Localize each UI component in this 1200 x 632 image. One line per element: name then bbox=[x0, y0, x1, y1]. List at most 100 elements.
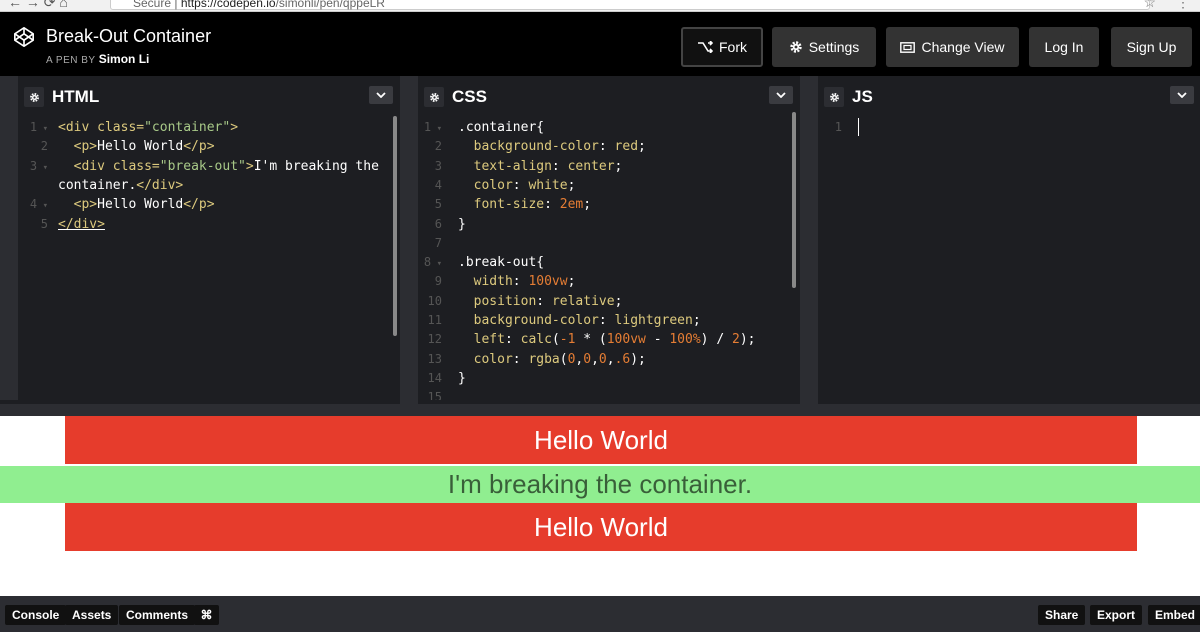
code-line: background-color: lightgreen; bbox=[458, 313, 701, 328]
pen-footer: Console Assets Comments ⌘ Share Export E… bbox=[0, 596, 1200, 632]
codepen-logo-icon[interactable] bbox=[13, 26, 35, 48]
change-view-label: Change View bbox=[921, 39, 1005, 55]
assets-button[interactable]: Assets bbox=[65, 605, 119, 625]
browser-nav-icons[interactable]: ← → ⟳ ⌂ bbox=[8, 0, 68, 11]
layout-icon bbox=[900, 41, 916, 53]
container-hello-1: Hello World bbox=[65, 416, 1137, 464]
change-view-button[interactable]: Change View bbox=[886, 27, 1019, 67]
pen-header: Break-Out Container A PEN BY Simon Li Fo… bbox=[0, 12, 1200, 76]
css-editor-scrollbar[interactable] bbox=[792, 112, 796, 288]
code-line: } bbox=[458, 370, 466, 386]
html-pane-title: HTML bbox=[52, 87, 100, 106]
chevron-down-icon bbox=[376, 92, 386, 98]
url-host: https://codepen.io bbox=[180, 0, 276, 10]
secure-label: Secure bbox=[133, 0, 172, 10]
js-editor-pane: JS 1 bbox=[818, 76, 1200, 400]
line-number: 13 bbox=[427, 351, 442, 366]
signup-button[interactable]: Sign Up bbox=[1111, 27, 1192, 67]
gear-icon bbox=[29, 92, 39, 102]
line-number: 5 bbox=[434, 197, 442, 212]
fork-icon bbox=[698, 41, 713, 53]
login-button[interactable]: Log In bbox=[1029, 27, 1099, 67]
chevron-down-icon bbox=[1177, 92, 1187, 98]
bookmark-star-icon[interactable]: ☆ bbox=[1143, 0, 1156, 11]
login-label: Log In bbox=[1044, 39, 1084, 55]
line-number: 15 bbox=[427, 390, 442, 400]
line-number: 9 bbox=[434, 274, 442, 289]
command-key-icon: ⌘ bbox=[200, 608, 213, 622]
css-code-editor[interactable]: 1 ▾ 2 3 4 5 6 7 8 ▾ 9 10 11 12 13 14 15 … bbox=[420, 118, 790, 400]
gear-icon bbox=[829, 92, 839, 102]
code-line: <p>Hello World</p> bbox=[58, 139, 215, 155]
css-settings-button[interactable] bbox=[424, 87, 444, 107]
export-button[interactable]: Export bbox=[1090, 605, 1143, 625]
line-number: 1 ▾ bbox=[423, 120, 442, 134]
line-number: 5 bbox=[40, 216, 48, 231]
code-line: <div class="break-out">I'm breaking the bbox=[58, 158, 379, 174]
line-number: 4 bbox=[434, 177, 442, 192]
url-path: /simonli/pen/qppeLR bbox=[275, 0, 385, 10]
code-line: color: white; bbox=[458, 177, 576, 193]
fork-button[interactable]: Fork bbox=[681, 27, 763, 67]
signup-label: Sign Up bbox=[1126, 39, 1177, 55]
share-button[interactable]: Share bbox=[1038, 605, 1086, 625]
css-pane-collapse-button[interactable] bbox=[769, 86, 793, 104]
settings-button[interactable]: Settings bbox=[772, 27, 876, 67]
browser-menu-icon[interactable]: ⋮ bbox=[1176, 0, 1190, 11]
code-line: background-color: red; bbox=[458, 139, 646, 155]
js-settings-button[interactable] bbox=[824, 87, 844, 107]
js-pane-collapse-button[interactable] bbox=[1170, 86, 1194, 104]
console-button[interactable]: Console bbox=[5, 605, 67, 625]
line-number: 6 bbox=[434, 216, 442, 231]
code-line: .break-out{ bbox=[458, 255, 545, 271]
author-link[interactable]: Simon Li bbox=[99, 52, 150, 66]
code-line: <p>Hello World</p> bbox=[58, 197, 215, 213]
line-number: 11 bbox=[427, 313, 442, 327]
line-number: 4 ▾ bbox=[29, 197, 48, 212]
byline-prefix: A PEN BY bbox=[46, 55, 96, 66]
line-number: 7 bbox=[434, 235, 442, 250]
pane-resize-handle[interactable] bbox=[800, 76, 818, 404]
address-bar[interactable]: Secure | https://codepen.io/simonli/pen/… bbox=[110, 0, 1150, 10]
code-line: color: rgba(0,0,0,.6); bbox=[458, 351, 646, 367]
chevron-down-icon bbox=[776, 92, 786, 98]
js-pane-header: JS bbox=[824, 86, 873, 108]
result-preview: Hello World I'm breaking the container. … bbox=[0, 416, 1200, 596]
line-number: 3 bbox=[434, 158, 442, 173]
container-hello-2: Hello World bbox=[65, 503, 1137, 551]
line-number: 10 bbox=[427, 293, 442, 308]
html-editor-scrollbar[interactable] bbox=[393, 116, 397, 336]
line-number: 14 bbox=[427, 370, 442, 385]
code-line: width: 100vw; bbox=[458, 274, 576, 290]
comments-button[interactable]: Comments bbox=[119, 605, 196, 625]
fork-label: Fork bbox=[719, 39, 747, 55]
line-number: 3 ▾ bbox=[29, 158, 48, 173]
browser-toolbar: ← → ⟳ ⌂ Secure | https://codepen.io/simo… bbox=[0, 0, 1200, 12]
break-out-banner: I'm breaking the container. bbox=[0, 466, 1200, 503]
code-line: text-align: center; bbox=[458, 158, 623, 174]
gear-icon bbox=[790, 41, 802, 53]
code-line: position: relative; bbox=[458, 293, 623, 309]
css-pane-header: CSS bbox=[424, 86, 487, 108]
code-line: .container{ bbox=[458, 120, 545, 135]
pane-resize-handle[interactable] bbox=[400, 76, 418, 404]
html-code-editor[interactable]: 1 ▾ 2 3 ▾ 4 ▾ 5 <div class="container"> … bbox=[22, 118, 392, 398]
code-line: <div class="container"> bbox=[58, 120, 239, 135]
text-cursor bbox=[858, 118, 859, 136]
pane-gutter-strip bbox=[0, 76, 18, 400]
code-line: left: calc(-1 * (100vw - 100%) / 2); bbox=[458, 332, 756, 348]
html-settings-button[interactable] bbox=[24, 87, 44, 107]
code-line: container.</div> bbox=[58, 177, 184, 193]
js-pane-title: JS bbox=[852, 87, 873, 106]
preview-resize-bar[interactable] bbox=[0, 404, 1200, 416]
editor-area: HTML 1 ▾ 2 3 ▾ 4 ▾ 5 <div class="contain… bbox=[0, 76, 1200, 404]
pen-title[interactable]: Break-Out Container bbox=[46, 26, 211, 47]
js-code-editor[interactable]: 1 bbox=[820, 118, 1190, 398]
html-editor-pane: HTML 1 ▾ 2 3 ▾ 4 ▾ 5 <div class="contain… bbox=[0, 76, 400, 400]
embed-button[interactable]: Embed bbox=[1148, 605, 1200, 625]
html-pane-header: HTML bbox=[24, 86, 99, 108]
keyboard-shortcuts-button[interactable]: ⌘ bbox=[194, 605, 219, 625]
settings-label: Settings bbox=[808, 39, 860, 55]
html-pane-collapse-button[interactable] bbox=[369, 86, 393, 104]
line-number: 2 bbox=[434, 139, 442, 154]
